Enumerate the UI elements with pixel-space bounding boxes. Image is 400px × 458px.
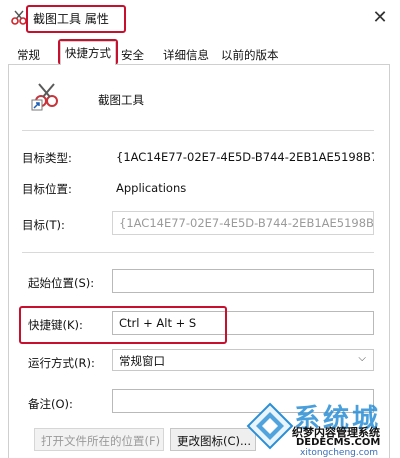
start-in-label: 起始位置(S): [28, 276, 95, 290]
tab-general[interactable]: 常规 [12, 43, 45, 64]
watermark-logo-icon [246, 402, 294, 450]
run-mode-value: 常规窗口 [119, 354, 165, 368]
watermark-url: DEDECMS.COM [296, 437, 381, 448]
watermark: 系统城 织梦内容管理系统 DEDECMS.COM xitongcheng.com [244, 398, 400, 458]
comment-label: 备注(O): [28, 397, 73, 411]
run-label: 运行方式(R): [28, 356, 95, 370]
target-location-label: 目标位置: [22, 182, 72, 196]
hotkey-highlight [19, 306, 227, 344]
shortcut-app-icon [31, 83, 58, 111]
tab-label: 详细信息 [163, 48, 209, 62]
tab-shortcut[interactable]: 快捷方式 [60, 41, 116, 65]
target-type-label: 目标类型: [22, 151, 72, 165]
divider [22, 130, 374, 131]
open-file-location-button[interactable]: 打开文件所在的位置(F) [34, 428, 164, 451]
tab-previous-versions[interactable]: 以前的版本 [216, 43, 284, 64]
target-location-value: Applications [116, 181, 187, 195]
tab-label: 常规 [17, 48, 40, 62]
chevron-down-icon: ⌵ [358, 353, 366, 364]
tab-details[interactable]: 详细信息 [158, 43, 214, 64]
target-type-value: {1AC14E77-02E7-4E5D-B744-2EB1AE5198B7}\S… [116, 150, 374, 164]
close-button[interactable]: ✕ [370, 8, 390, 28]
tab-label: 以前的版本 [221, 48, 279, 62]
tab-security[interactable]: 安全 [116, 43, 149, 64]
watermark-url-secondary: xitongcheng.com [300, 448, 378, 458]
divider [22, 252, 374, 253]
shortcut-name: 截图工具 [98, 93, 144, 107]
tab-strip: 常规 快捷方式 安全 详细信息 以前的版本 [0, 41, 400, 65]
title-highlight [26, 5, 126, 33]
close-icon: ✕ [372, 7, 388, 28]
run-mode-select[interactable]: 常规窗口 ⌵ [112, 349, 374, 371]
tab-label: 快捷方式 [65, 46, 111, 60]
target-label: 目标(T): [22, 218, 65, 232]
start-in-field[interactable] [112, 269, 374, 293]
target-field[interactable]: {1AC14E77-02E7-4E5D-B744-2EB1AE5198B7}\S [112, 211, 374, 235]
tab-label: 安全 [121, 48, 144, 62]
